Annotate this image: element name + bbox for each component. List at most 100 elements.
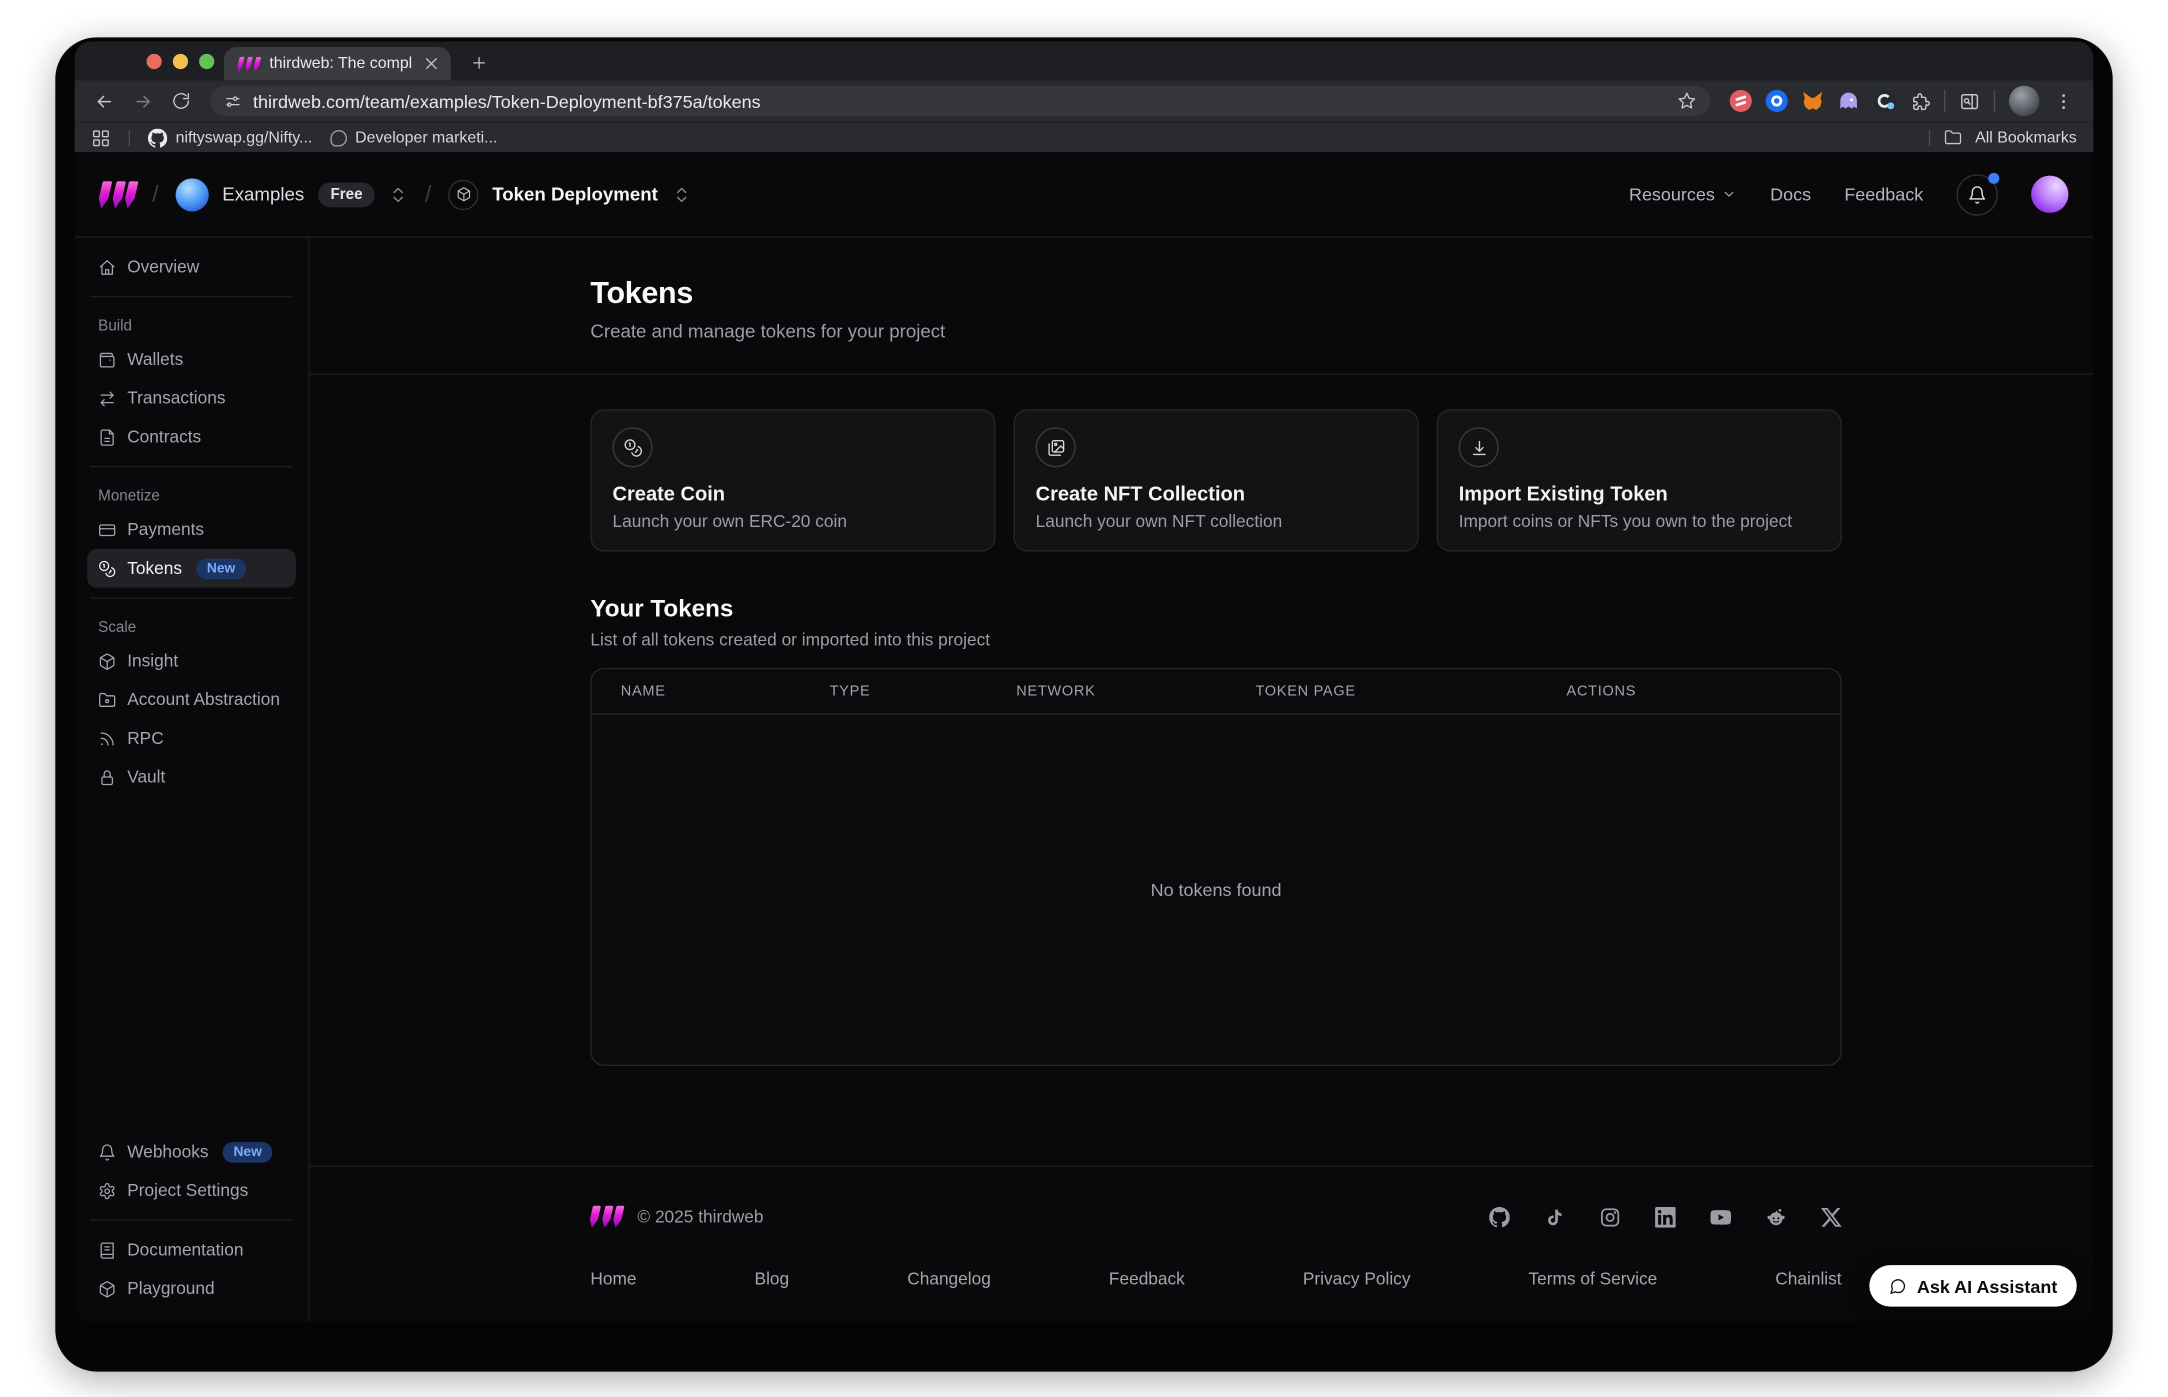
forward-button[interactable] [124, 83, 160, 119]
create-nft-collection-card[interactable]: Create NFT Collection Launch your own NF… [1013, 409, 1418, 551]
close-window-button[interactable] [147, 54, 162, 69]
site-settings-icon[interactable] [224, 92, 242, 110]
bookmark-developer-marketing[interactable]: Developer marketi... [330, 129, 497, 146]
close-tab-icon[interactable] [422, 54, 441, 73]
ask-ai-label: Ask AI Assistant [1917, 1275, 2058, 1296]
sidebar-item-project-settings[interactable]: Project Settings [87, 1171, 296, 1210]
sidebar-bottom: Webhooks New Project Settings Documentat… [87, 1132, 296, 1308]
sidebar-item-overview[interactable]: Overview [87, 247, 296, 286]
sidebar-item-vault[interactable]: Vault [87, 758, 296, 797]
docs-link[interactable]: Docs [1770, 184, 1811, 205]
metamask-extension-icon[interactable] [1802, 90, 1824, 112]
sidebar-item-label: Project Settings [127, 1181, 248, 1200]
sidebar-item-contracts[interactable]: Contracts [87, 418, 296, 457]
sidebar-item-insight[interactable]: Insight [87, 642, 296, 681]
window-controls [147, 54, 215, 69]
plus-icon [469, 53, 487, 71]
github-icon[interactable] [1489, 1206, 1510, 1227]
notifications-button[interactable] [1956, 174, 1997, 215]
youtube-icon[interactable] [1710, 1206, 1731, 1227]
new-badge: New [222, 1141, 273, 1162]
sidebar-item-rpc[interactable]: RPC [87, 719, 296, 758]
card-title: Import Existing Token [1459, 484, 1820, 506]
footer-links: Home Blog Changelog Feedback Privacy Pol… [590, 1269, 1841, 1322]
screenshot-stage: thirdweb: The complete web3 thirdweb.com… [0, 0, 2168, 1397]
footer-link-home[interactable]: Home [590, 1269, 636, 1288]
team-name[interactable]: Examples [222, 184, 304, 205]
sidebar-item-tokens[interactable]: Tokens New [87, 549, 296, 588]
ask-ai-assistant-button[interactable]: Ask AI Assistant [1870, 1265, 2077, 1306]
page-header: Tokens Create and manage tokens for your… [310, 238, 2094, 375]
phantom-extension-icon[interactable] [1838, 90, 1860, 112]
reddit-icon[interactable] [1766, 1206, 1787, 1227]
sidebar-item-webhooks[interactable]: Webhooks New [87, 1132, 296, 1171]
thirdweb-logo[interactable] [100, 180, 136, 208]
project-switcher-icon[interactable] [672, 185, 691, 204]
footer-link-chainlist[interactable]: Chainlist [1775, 1269, 1841, 1288]
url-text[interactable]: thirdweb.com/team/examples/Token-Deploym… [253, 91, 1666, 112]
extension-icon-blue[interactable] [1766, 90, 1788, 112]
feedback-link[interactable]: Feedback [1844, 184, 1923, 205]
address-bar[interactable]: thirdweb.com/team/examples/Token-Deploym… [210, 86, 1710, 116]
sidebar-item-label: Playground [127, 1279, 214, 1298]
browser-tab[interactable]: thirdweb: The complete web3 [224, 47, 451, 80]
sidebar-item-label: Account Abstraction [127, 690, 280, 709]
sidebar-item-payments[interactable]: Payments [87, 510, 296, 549]
reload-button[interactable] [163, 83, 199, 119]
back-button[interactable] [86, 83, 122, 119]
instagram-icon[interactable] [1600, 1206, 1621, 1227]
sidebar-divider [90, 466, 293, 467]
page-subtitle: Create and manage tokens for your projec… [590, 321, 1841, 342]
sidebar-item-playground[interactable]: Playground [87, 1269, 296, 1308]
footer-link-blog[interactable]: Blog [755, 1269, 790, 1288]
download-icon [1459, 427, 1499, 467]
side-panel-icon[interactable] [1959, 91, 1980, 112]
footer-link-terms-of-service[interactable]: Terms of Service [1529, 1269, 1658, 1288]
import-existing-token-card[interactable]: Import Existing Token Import coins or NF… [1437, 409, 1842, 551]
sidebar-item-transactions[interactable]: Transactions [87, 379, 296, 418]
browser-menu-icon[interactable] [2053, 91, 2074, 112]
team-switcher-icon[interactable] [389, 185, 408, 204]
create-coin-card[interactable]: Create Coin Launch your own ERC-20 coin [590, 409, 995, 551]
browser-toolbar: thirdweb.com/team/examples/Token-Deploym… [75, 80, 2094, 121]
all-bookmarks[interactable]: All Bookmarks [1928, 129, 2077, 147]
minimize-window-button[interactable] [173, 54, 188, 69]
linkedin-icon[interactable] [1655, 1206, 1676, 1227]
browser-profile-avatar[interactable] [2009, 86, 2039, 116]
resources-menu[interactable]: Resources [1629, 184, 1737, 205]
new-tab-button[interactable] [462, 46, 495, 79]
lock-icon [98, 768, 116, 786]
toolbar-divider [1994, 90, 1995, 112]
card-title: Create NFT Collection [1036, 484, 1397, 506]
bookmark-star-icon[interactable] [1677, 91, 1696, 110]
sidebar-item-documentation[interactable]: Documentation [87, 1231, 296, 1270]
apps-grid-icon[interactable] [91, 128, 110, 147]
tiktok-icon[interactable] [1544, 1206, 1565, 1227]
footer-link-feedback[interactable]: Feedback [1109, 1269, 1185, 1288]
sidebar-item-wallets[interactable]: Wallets [87, 340, 296, 379]
sidebar-section-scale: Scale [87, 608, 296, 641]
footer-link-changelog[interactable]: Changelog [907, 1269, 991, 1288]
extensions-puzzle-icon[interactable] [1909, 91, 1930, 112]
app-body: Overview Build Wallets Transactions Co [75, 238, 2094, 1322]
breadcrumb-separator: / [152, 180, 159, 208]
bookmarks-divider [1928, 129, 1929, 146]
chat-icon [1889, 1277, 1907, 1295]
sidebar-item-account-abstraction[interactable]: Account Abstraction [87, 680, 296, 719]
notification-dot [1988, 172, 1999, 183]
account-avatar[interactable] [2031, 176, 2068, 213]
x-icon[interactable] [1821, 1206, 1842, 1227]
your-tokens-title: Your Tokens [590, 595, 1841, 624]
home-icon [98, 258, 116, 276]
sidebar-section-monetize: Monetize [87, 477, 296, 510]
extension-icon-red[interactable] [1730, 90, 1752, 112]
tokens-table: NAME TYPE NETWORK TOKEN PAGE ACTIONS No … [590, 668, 1841, 1066]
zoom-window-button[interactable] [199, 54, 214, 69]
project-name[interactable]: Token Deployment [492, 184, 658, 205]
forward-icon [132, 91, 153, 112]
bookmark-niftyswap[interactable]: niftyswap.gg/Nifty... [148, 128, 312, 147]
footer-link-privacy-policy[interactable]: Privacy Policy [1303, 1269, 1411, 1288]
bookmark-label: Developer marketi... [355, 129, 497, 146]
extension-icon-clock[interactable] [1873, 90, 1895, 112]
sidebar-divider [90, 1220, 293, 1221]
